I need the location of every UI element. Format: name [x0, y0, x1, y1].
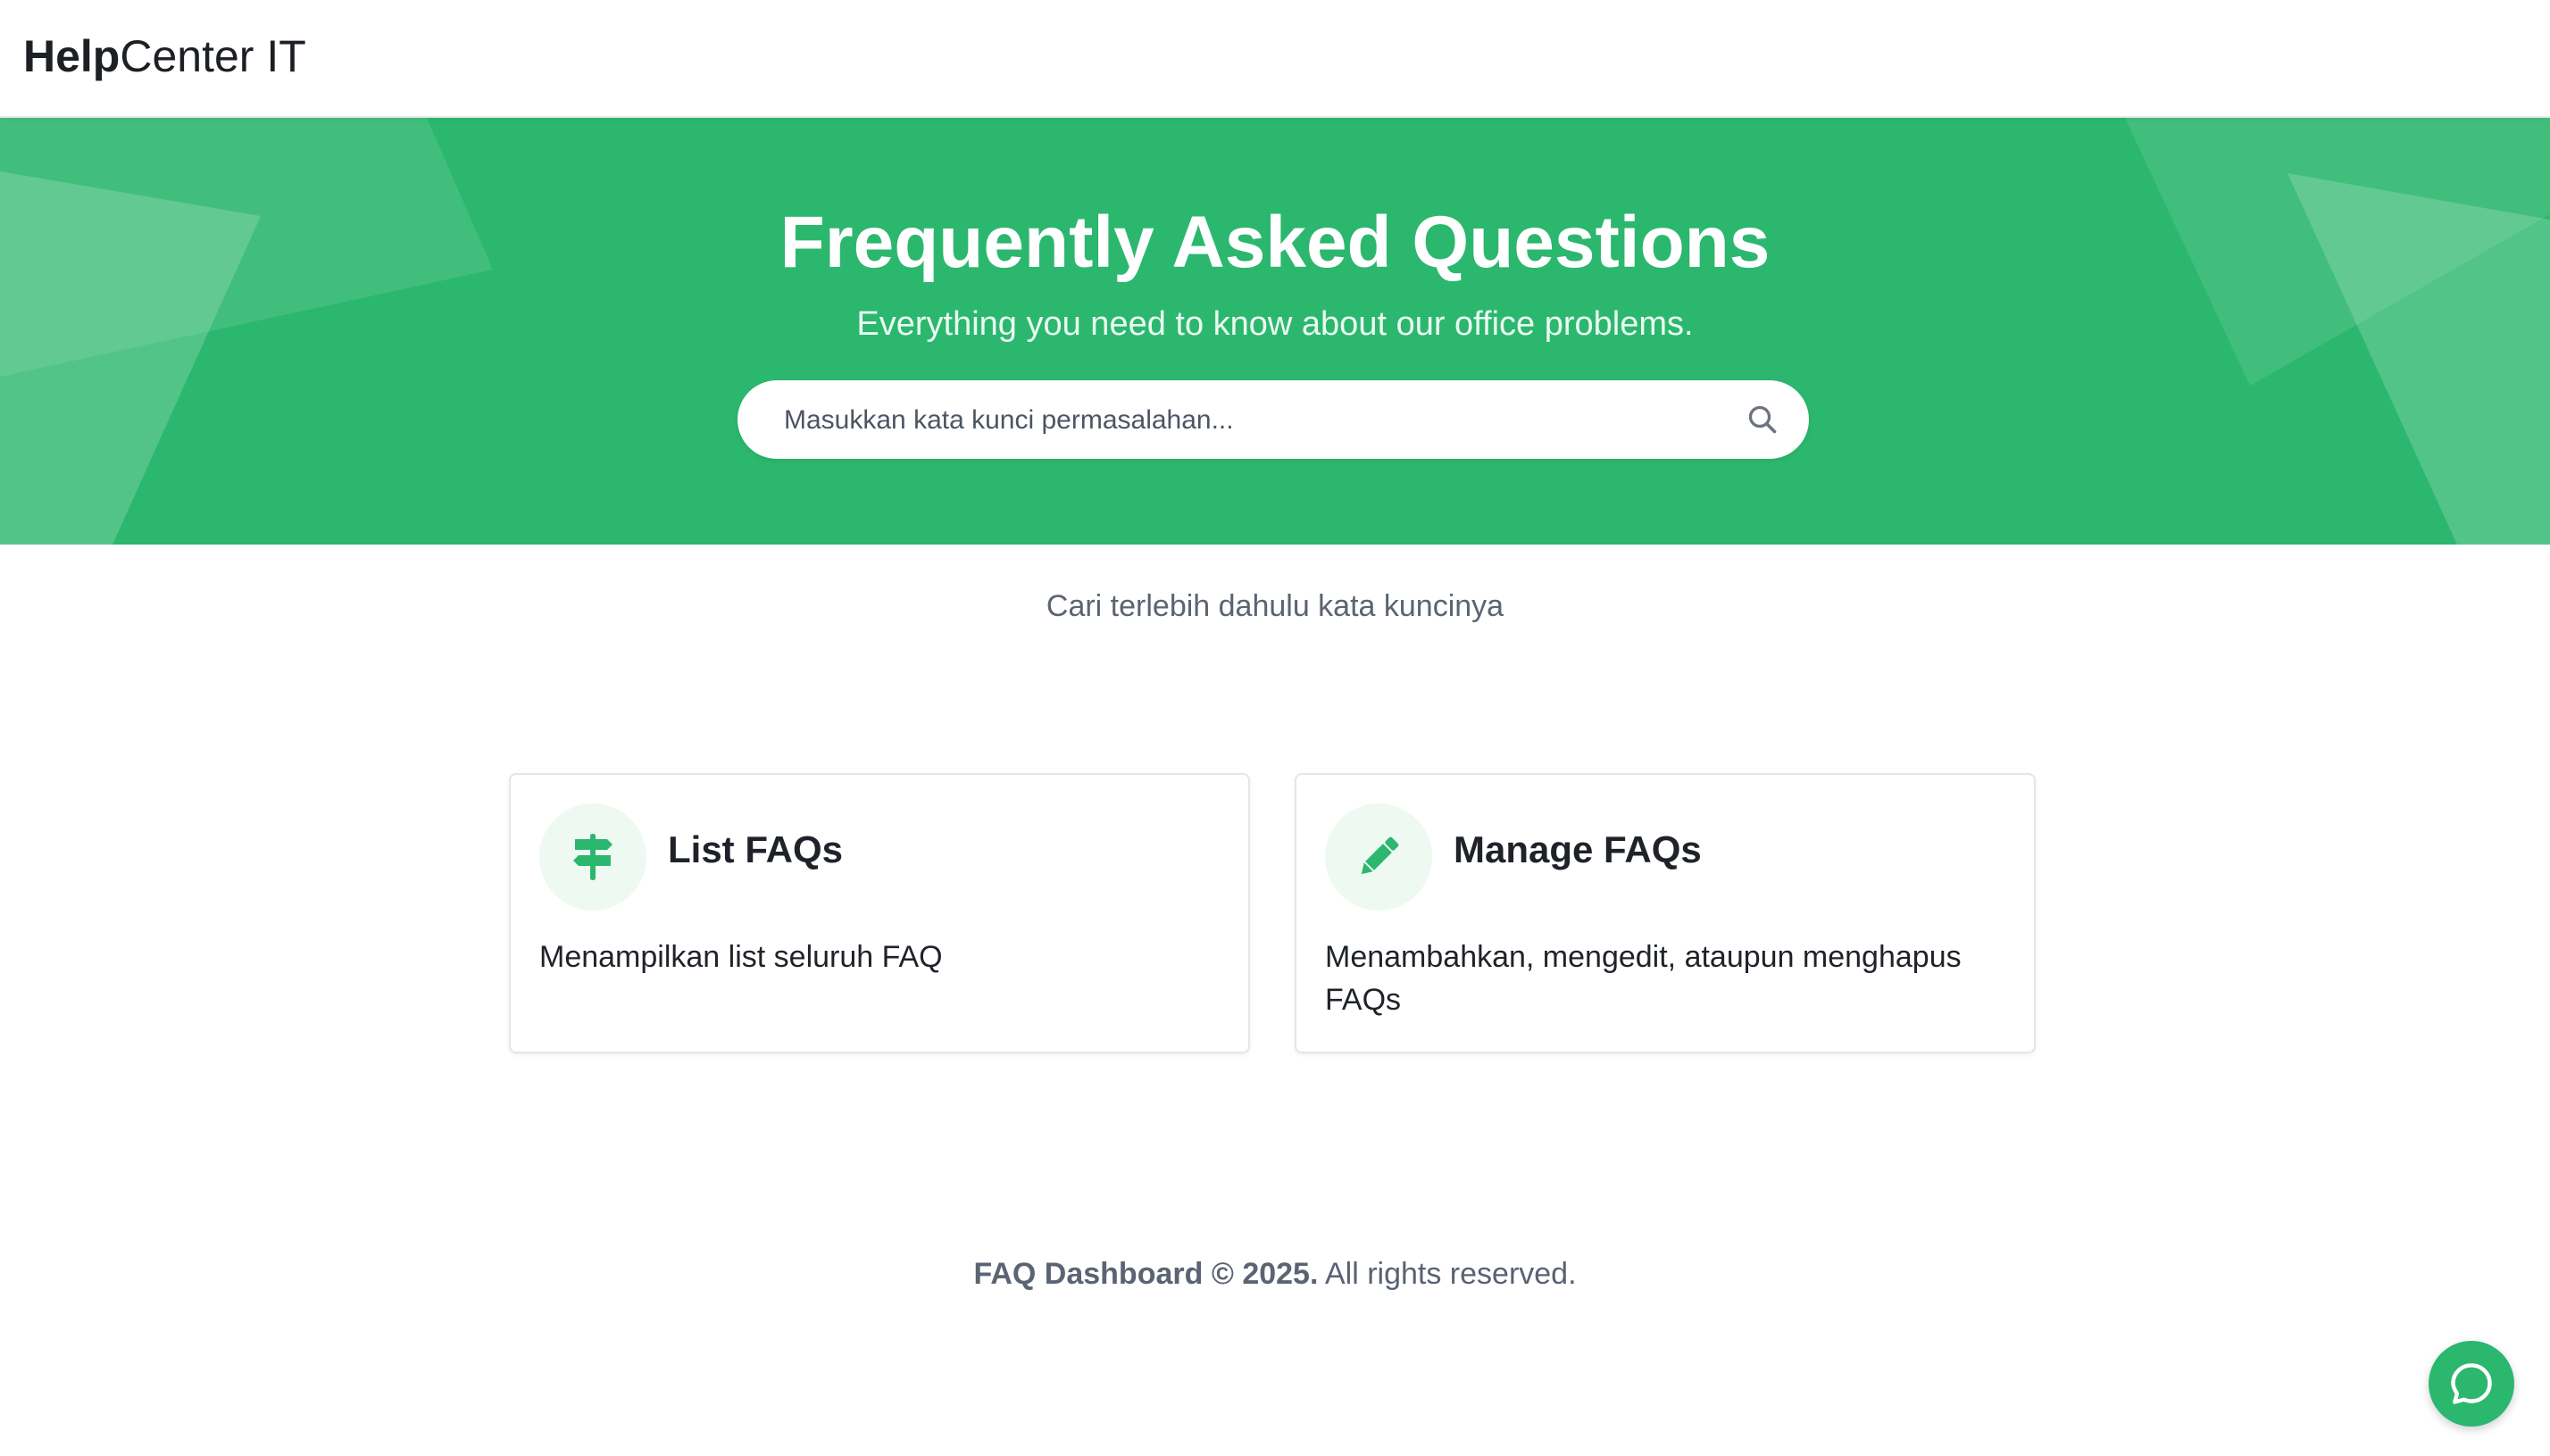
- footer: FAQ Dashboard © 2025. All rights reserve…: [0, 1252, 2550, 1296]
- chat-button[interactable]: [2429, 1341, 2514, 1427]
- search-input[interactable]: [782, 380, 1714, 461]
- manage-faqs-card[interactable]: Manage FAQs Menambahkan, mengedit, ataup…: [1295, 773, 2036, 1053]
- card-description: Menambahkan, mengedit, ataupun menghapus…: [1325, 940, 1962, 1017]
- card-description: Menampilkan list seluruh FAQ: [539, 940, 943, 974]
- search-bar: [738, 380, 1809, 461]
- hero-banner: Frequently Asked Questions Everything yo…: [0, 118, 2550, 545]
- card-title: Manage FAQs: [1454, 828, 1702, 870]
- search-button[interactable]: [1739, 396, 1786, 443]
- card-title: List FAQs: [668, 828, 844, 870]
- logo-strong-text: Help: [23, 31, 121, 81]
- top-navbar: HelpCenter IT: [0, 0, 2550, 118]
- footer-brand: FAQ Dashboard © 2025.: [973, 1257, 1319, 1291]
- page-subtitle: Everything you need to know about our of…: [856, 305, 1694, 343]
- chat-bubble-icon: [2451, 1363, 2492, 1404]
- signpost-icon: [573, 834, 612, 880]
- footer-rights: All rights reserved.: [1324, 1257, 1577, 1291]
- search-icon: [1748, 405, 1777, 434]
- card-icon-wrapper: [539, 803, 646, 911]
- pencil-icon: [1361, 836, 1399, 875]
- logo-light-text: Center IT: [120, 31, 306, 81]
- logo[interactable]: HelpCenter IT: [23, 27, 306, 86]
- page-title: Frequently Asked Questions: [779, 202, 1771, 283]
- list-faqs-card[interactable]: List FAQs Menampilkan list seluruh FAQ: [509, 773, 1250, 1053]
- card-icon-wrapper: [1325, 803, 1432, 911]
- search-hint: Cari terlebih dahulu kata kuncinya: [1046, 589, 1504, 623]
